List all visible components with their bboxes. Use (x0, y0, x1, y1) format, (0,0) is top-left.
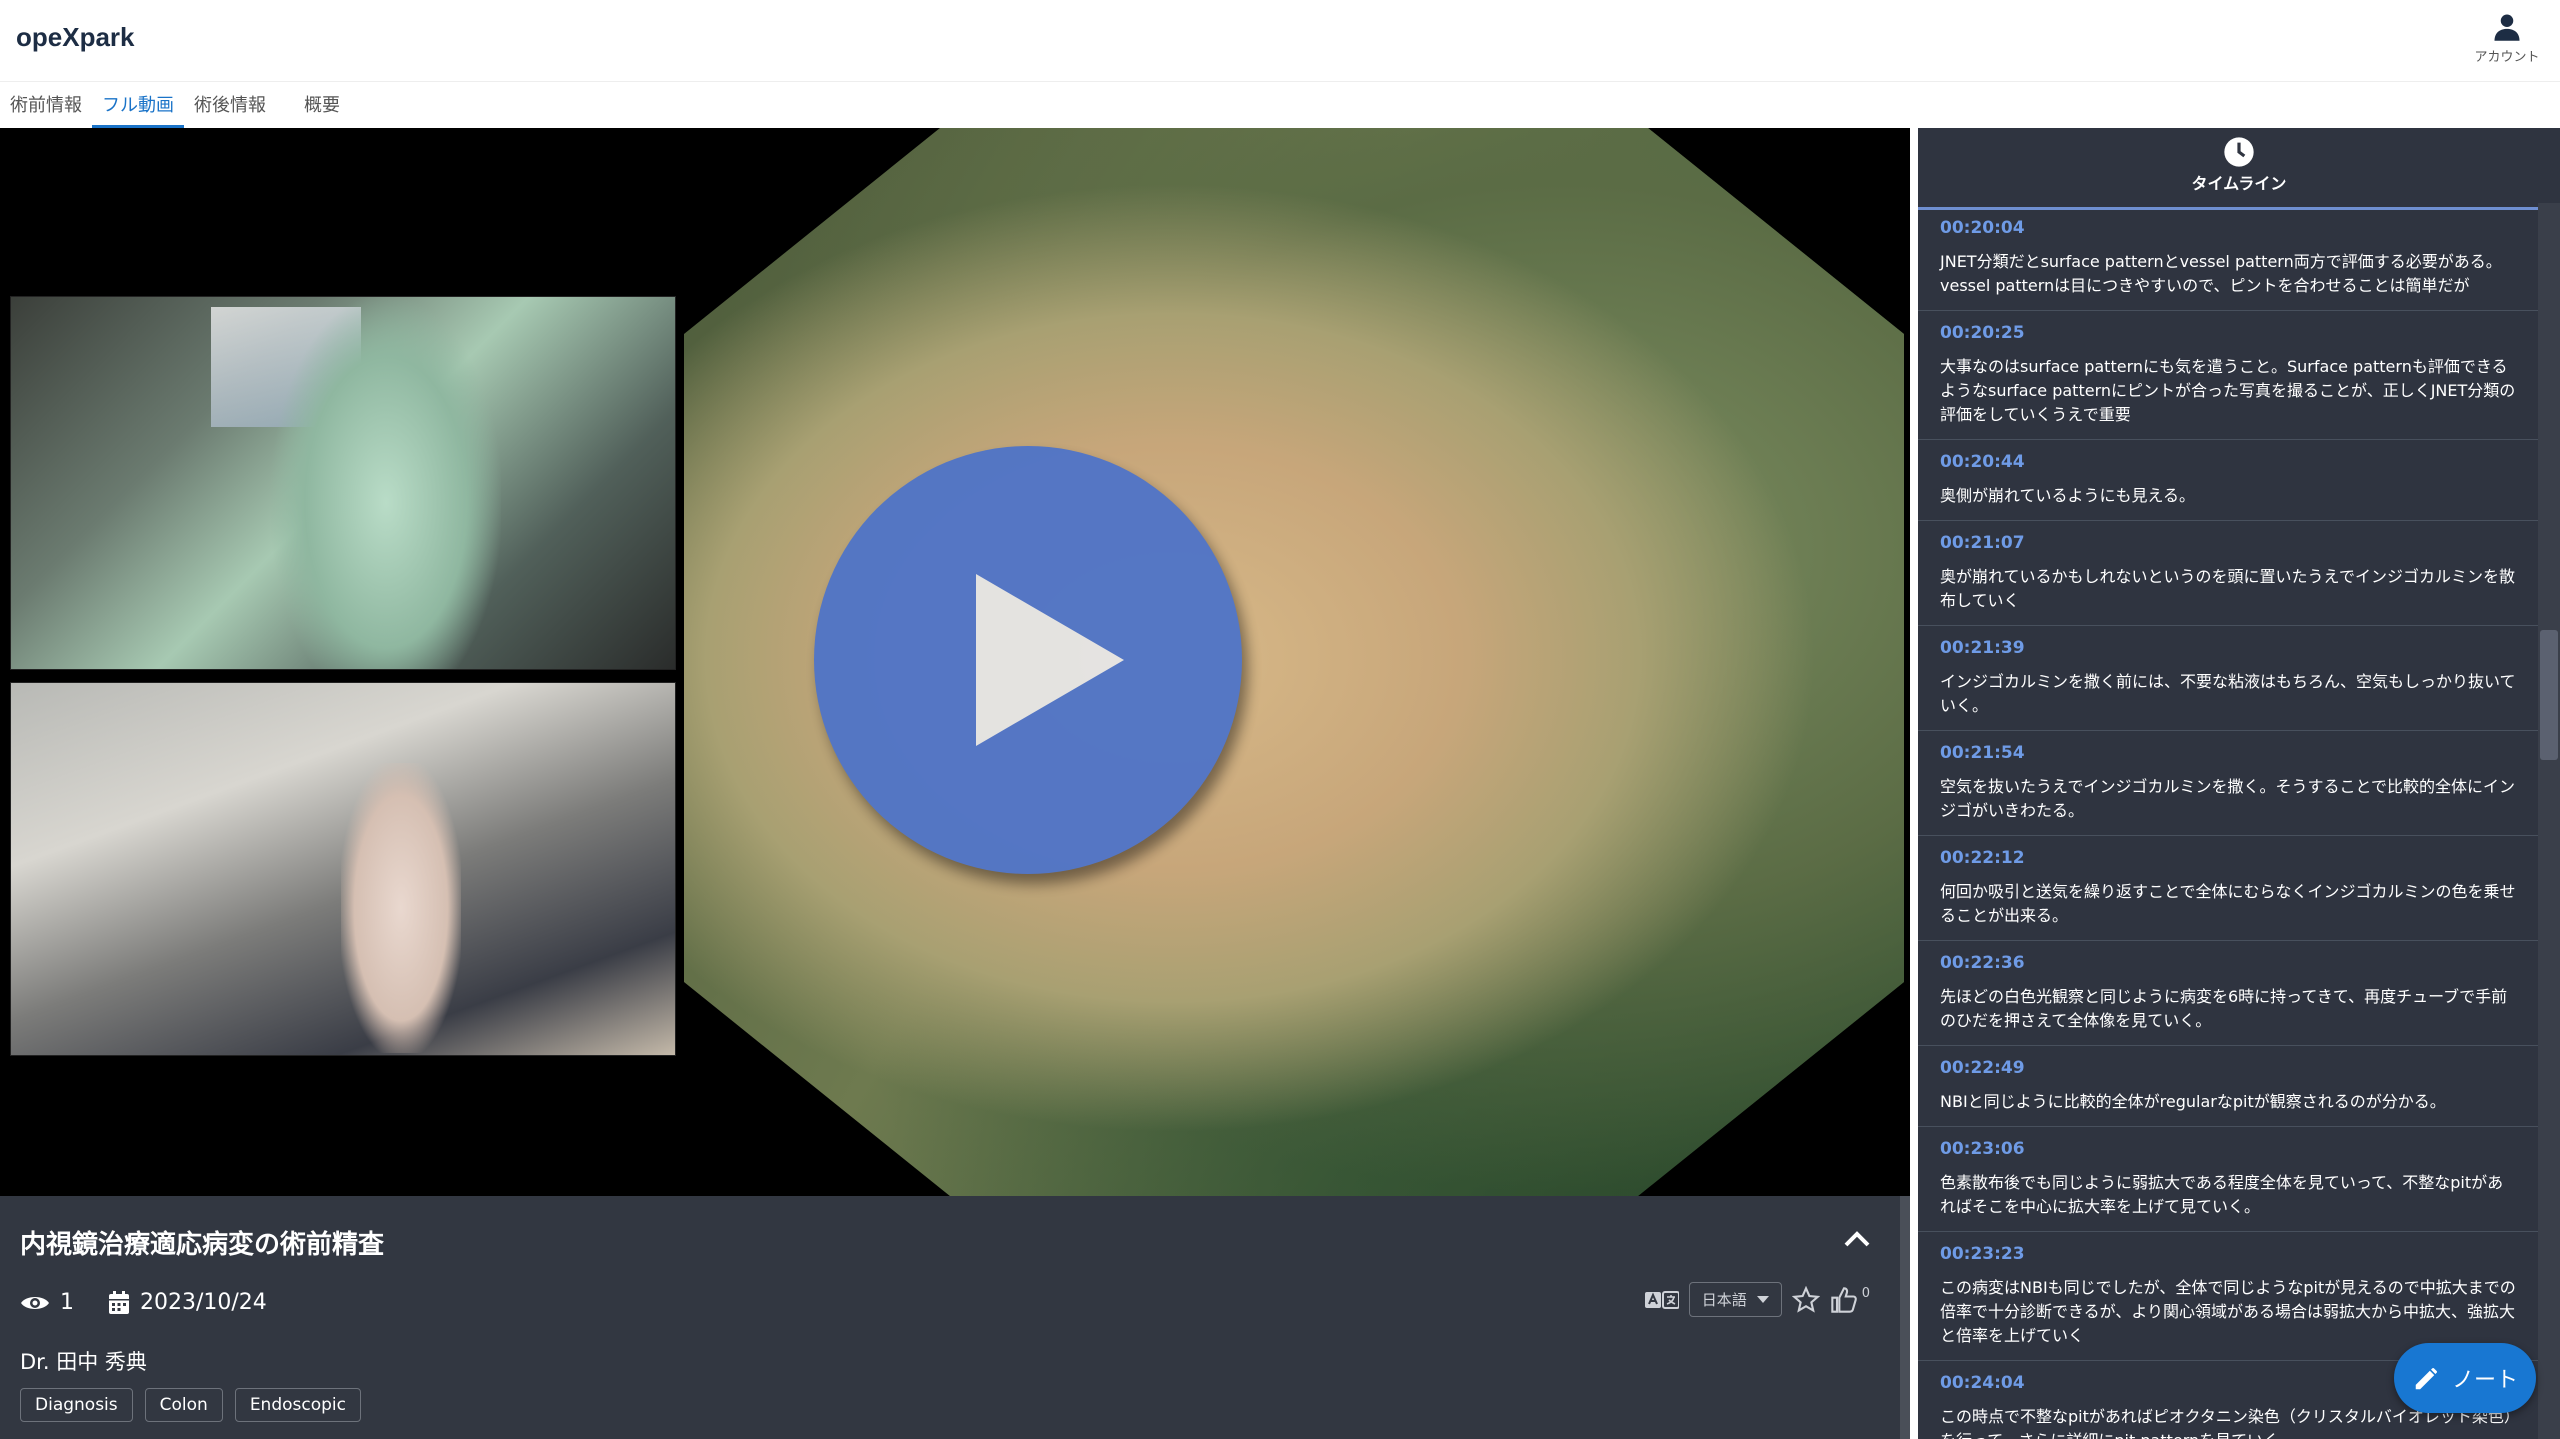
calendar-icon (109, 1290, 129, 1314)
translate-icon[interactable] (1644, 1290, 1679, 1310)
timeline-item[interactable]: 00:21:39 インジゴカルミンを撒く前には、不要な粘液はもちろん、空気もしっ… (1918, 626, 2538, 731)
operating-room-camera-view (10, 296, 676, 670)
timeline-comment: 先ほどの白色光観察と同じように病変を6時に持ってきて、再度チューブで手前のひだを… (1940, 987, 2508, 1030)
timeline-header[interactable]: タイムライン (1918, 136, 2560, 210)
timeline-comment: JNET分類だとsurface patternとvessel pattern両方… (1940, 252, 2502, 295)
timeline-timestamp[interactable]: 00:23:23 (1940, 1244, 2518, 1264)
timeline-item[interactable]: 00:20:25 大事なのはsurface patternにも気を遣うこと。Su… (1918, 311, 2538, 440)
timeline-list: 00:20:04 JNET分類だとsurface patternとvessel … (1918, 206, 2538, 1439)
eye-icon (21, 1296, 49, 1309)
doctor-name[interactable]: Dr. 田中 秀典 (20, 1346, 147, 1376)
timeline-item[interactable]: 00:20:44 奥側が崩れているようにも見える。 (1918, 440, 2538, 521)
language-select[interactable]: 日本語 (1688, 1282, 1782, 1317)
thumbs-up-icon[interactable] (1830, 1286, 1858, 1314)
account-button[interactable]: アカウント (2472, 12, 2542, 65)
timeline-item[interactable]: 00:21:07 奥が崩れているかもしれないというのを頭に置いたうえでインジゴカ… (1918, 521, 2538, 626)
pencil-icon (2415, 1368, 2437, 1390)
video-info-panel: 内視鏡治療適応病変の術前精査 1 2023/10/24 Dr. 田中 秀典 Di… (0, 1196, 1900, 1439)
timeline-title: タイムライン (2191, 174, 2287, 193)
timeline-item[interactable]: 00:23:23 この病変はNBIも同じでしたが、全体で同じようなpitが見える… (1918, 1232, 2538, 1361)
timeline-item[interactable]: 00:20:04 JNET分類だとsurface patternとvessel … (1918, 206, 2538, 311)
timeline-comment: インジゴカルミンを撒く前には、不要な粘液はもちろん、空気もしっかり抜いていく。 (1940, 672, 2516, 715)
video-player[interactable] (0, 128, 1910, 1196)
timeline-timestamp[interactable]: 00:23:06 (1940, 1139, 2518, 1159)
note-button[interactable]: ノート (2394, 1343, 2536, 1413)
tab-preop-info[interactable]: 術前情報 (0, 84, 92, 128)
timeline-scrollbar[interactable] (2538, 203, 2560, 1439)
tag-colon[interactable]: Colon (144, 1388, 223, 1422)
clock-icon (2224, 137, 2254, 167)
play-icon (976, 574, 1124, 746)
timeline-comment: 空気を抜いたうえでインジゴカルミンを撒く。そうすることで比較的全体にインジゴがい… (1940, 777, 2516, 820)
timeline-comment: この病変はNBIも同じでしたが、全体で同じようなpitが見えるので中拡大までの倍… (1940, 1278, 2516, 1345)
upload-date: 2023/10/24 (140, 1290, 267, 1315)
timeline-panel: タイムライン 00:20:04 JNET分類だとsurface patternと… (1918, 128, 2560, 1439)
tab-overview[interactable]: 概要 (276, 84, 350, 128)
brand-logo[interactable]: opeXpark (16, 22, 135, 53)
view-count: 1 (60, 1290, 74, 1315)
info-panel-scrollbar[interactable] (1900, 1196, 1910, 1439)
timeline-comment: 奥が崩れているかもしれないというのを頭に置いたうえでインジゴカルミンを散布してい… (1940, 567, 2516, 610)
timeline-timestamp[interactable]: 00:21:39 (1940, 638, 2518, 658)
like-count: 0 (1861, 1286, 1870, 1301)
timeline-timestamp[interactable]: 00:21:54 (1940, 743, 2518, 763)
timeline-scrollbar-thumb[interactable] (2540, 630, 2558, 760)
timeline-timestamp[interactable]: 00:20:44 (1940, 452, 2518, 472)
tab-bar: 術前情報 フル動画 術後情報 概要 (0, 84, 350, 128)
collapse-chevron-icon (1844, 1231, 1870, 1247)
timeline-item[interactable]: 00:22:36 先ほどの白色光観察と同じように病変を6時に持ってきて、再度チュ… (1918, 941, 2538, 1046)
timeline-timestamp[interactable]: 00:22:36 (1940, 953, 2518, 973)
language-value: 日本語 (1701, 1291, 1747, 1309)
timeline-timestamp[interactable]: 00:20:04 (1940, 218, 2518, 238)
star-icon[interactable] (1791, 1285, 1820, 1314)
timeline-comment: NBIと同じように比較的全体がregularなpitが観察されるのが分かる。 (1940, 1092, 2446, 1111)
video-tools: 日本語 0 (1644, 1282, 1870, 1317)
video-meta: 1 2023/10/24 (20, 1290, 267, 1315)
timeline-item[interactable]: 00:22:12 何回か吸引と送気を繰り返すことで全体にむらなくインジゴカルミン… (1918, 836, 2538, 941)
timeline-timestamp[interactable]: 00:21:07 (1940, 533, 2518, 553)
tag-endoscopic[interactable]: Endoscopic (234, 1388, 361, 1422)
timeline-timestamp[interactable]: 00:20:25 (1940, 323, 2518, 343)
timeline-item[interactable]: 00:22:49 NBIと同じように比較的全体がregularなpitが観察され… (1918, 1046, 2538, 1127)
account-icon (2494, 14, 2520, 41)
timeline-comment: 大事なのはsurface patternにも気を遣うこと。Surface pat… (1940, 357, 2516, 424)
tab-full-video[interactable]: フル動画 (92, 84, 184, 128)
timeline-comment: 奥側が崩れているようにも見える。 (1940, 486, 2196, 505)
collapse-button[interactable] (1842, 1228, 1872, 1254)
note-button-label: ノート (2451, 1368, 2518, 1393)
app-header: opeXpark アカウント (0, 0, 2560, 82)
video-title: 内視鏡治療適応病変の術前精査 (20, 1230, 385, 1260)
timeline-comment: 色素散布後でも同じように弱拡大である程度全体を見ていって、不整なpitがあればそ… (1940, 1173, 2504, 1216)
tag-diagnosis[interactable]: Diagnosis (20, 1388, 133, 1422)
timeline-timestamp[interactable]: 00:22:49 (1940, 1058, 2518, 1078)
chevron-down-icon (1756, 1295, 1769, 1303)
timeline-comment: 何回か吸引と送気を繰り返すことで全体にむらなくインジゴカルミンの色を乗せることが… (1940, 882, 2516, 925)
tab-postop-info[interactable]: 術後情報 (184, 84, 276, 128)
timeline-item[interactable]: 00:23:06 色素散布後でも同じように弱拡大である程度全体を見ていって、不整… (1918, 1127, 2538, 1232)
tag-list: Diagnosis Colon Endoscopic (20, 1388, 361, 1422)
account-label: アカウント (2474, 50, 2540, 65)
timeline-timestamp[interactable]: 00:22:12 (1940, 848, 2518, 868)
timeline-item[interactable]: 00:21:54 空気を抜いたうえでインジゴカルミンを撒く。そうすることで比較的… (1918, 731, 2538, 836)
play-button[interactable] (814, 446, 1242, 874)
patient-camera-view (10, 682, 676, 1056)
